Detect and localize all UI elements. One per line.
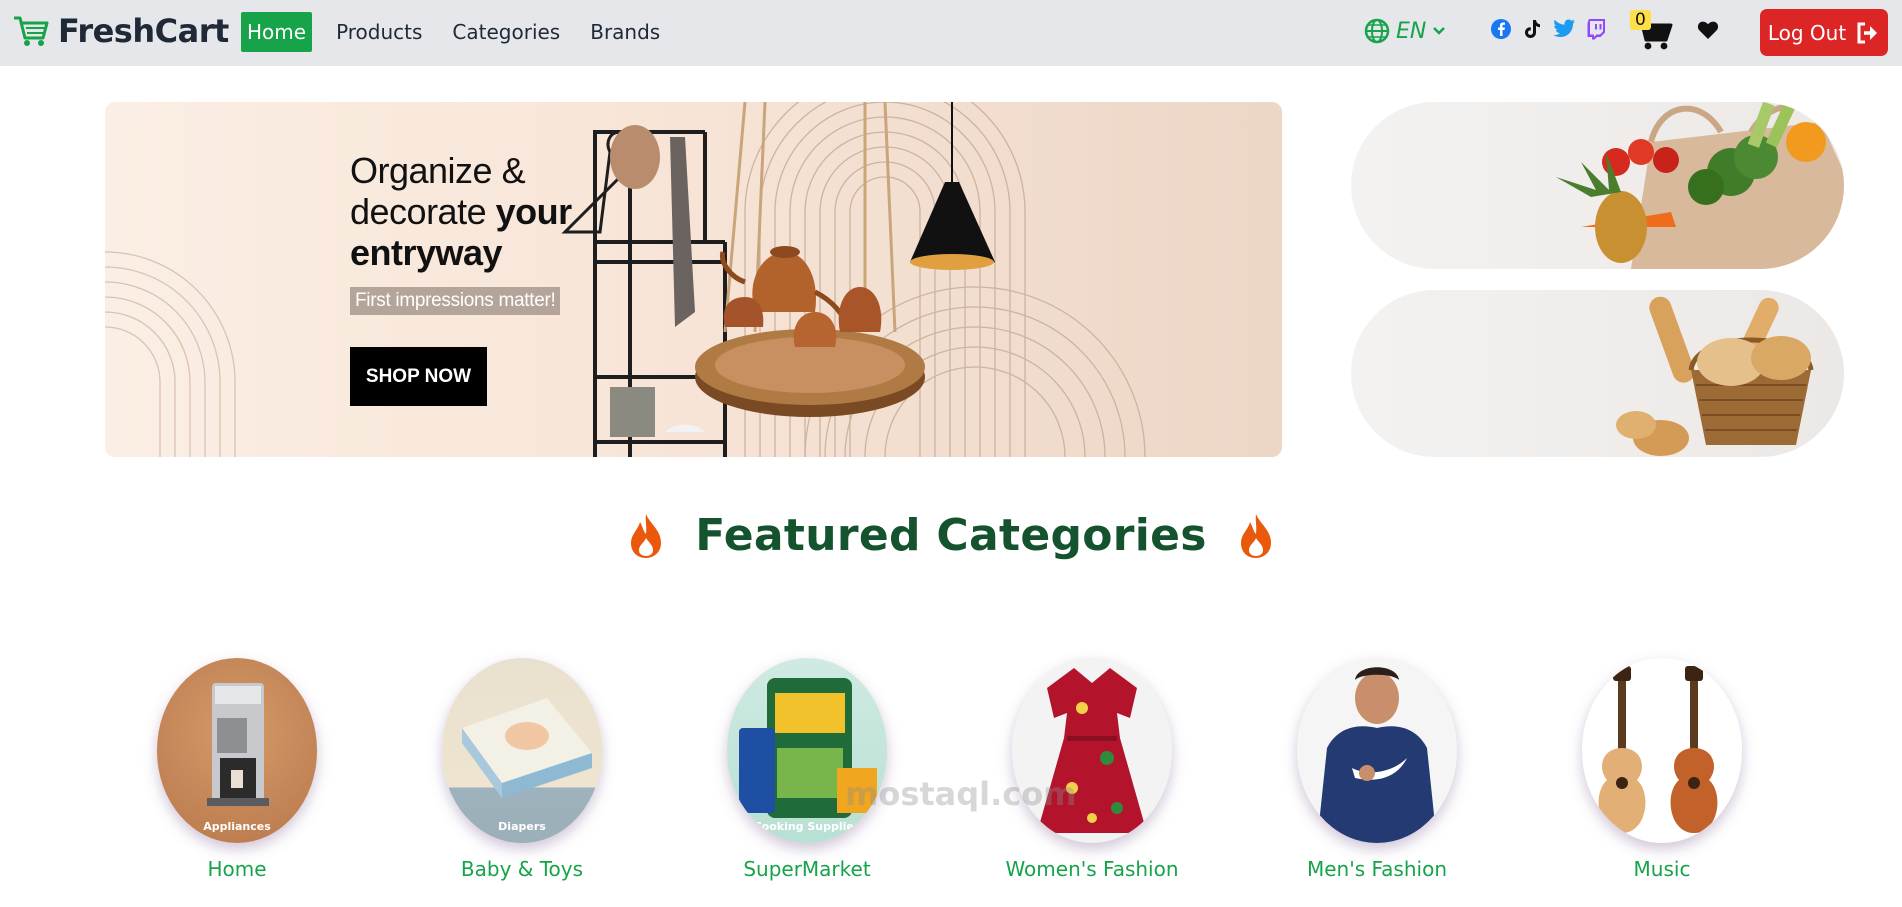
hero-title-line3: entryway <box>350 232 503 273</box>
shop-now-button[interactable]: SHOP NOW <box>350 347 487 406</box>
top-navbar: FreshCart Home Products Categories Brand… <box>0 0 1902 66</box>
grocery-bag-image <box>1556 102 1844 269</box>
category-card-music[interactable]: Music <box>1579 658 1745 881</box>
language-selector[interactable]: EN <box>1364 18 1446 44</box>
featured-categories-heading: Featured Categories <box>0 510 1902 561</box>
hero-title-line1: Organize & <box>350 150 526 191</box>
wishlist-button[interactable] <box>1697 20 1719 44</box>
cart-count-badge: 0 <box>1630 10 1651 30</box>
brand-name: FreshCart <box>58 12 229 50</box>
logout-label: Log Out <box>1767 20 1847 45</box>
category-image-baby-toys[interactable]: Diapers <box>442 658 602 843</box>
coffee-machine-image <box>207 683 269 806</box>
category-card-womens-fashion[interactable]: Women's Fashion <box>1005 658 1179 881</box>
guitars-image <box>1598 666 1718 833</box>
grocery-banner[interactable] <box>1351 102 1844 269</box>
hero-slider-banner[interactable]: Organize & decorate your entryway First … <box>105 102 1282 457</box>
nav-home[interactable]: Home <box>241 12 313 52</box>
category-name[interactable]: Women's Fashion <box>969 857 1215 881</box>
hero-decor-arcs <box>105 102 1146 457</box>
category-name[interactable]: Home <box>114 857 360 881</box>
groceries-image <box>739 678 877 818</box>
bakery-banner[interactable] <box>1351 290 1844 457</box>
category-card-baby-toys[interactable]: Diapers Baby & Toys <box>439 658 605 881</box>
category-image-home[interactable]: Appliances <box>157 658 317 843</box>
category-card-supermarket[interactable]: Cooking Supplies SuperMarket <box>724 658 890 881</box>
language-label: EN <box>1396 18 1427 44</box>
category-name[interactable]: SuperMarket <box>684 857 930 881</box>
watermark-text: mostaql.com <box>845 775 1077 813</box>
facebook-icon[interactable] <box>1490 18 1512 40</box>
nav-products[interactable]: Products <box>330 12 428 52</box>
category-card-mens-fashion[interactable]: Men's Fashion <box>1294 658 1460 881</box>
hero-title-line2-bold: your <box>495 191 573 232</box>
diapers-pack-image <box>452 698 592 843</box>
category-name[interactable]: Men's Fashion <box>1254 857 1500 881</box>
brand-logo[interactable]: FreshCart <box>12 12 229 50</box>
category-caption: Cooking Supplies <box>753 820 861 833</box>
category-caption: Appliances <box>203 820 271 833</box>
fire-icon <box>1240 513 1271 558</box>
hero-tagline: First impressions matter! <box>350 287 561 315</box>
featured-title: Featured Categories <box>695 510 1207 561</box>
twitter-icon[interactable] <box>1552 19 1576 39</box>
main-nav: Home Products Categories Brands <box>241 12 684 52</box>
cart-logo-icon <box>14 16 49 46</box>
social-links <box>1490 18 1606 40</box>
twitch-icon[interactable] <box>1586 18 1606 40</box>
category-name[interactable]: Music <box>1539 857 1785 881</box>
category-name[interactable]: Baby & Toys <box>399 857 645 881</box>
category-image-music[interactable] <box>1582 658 1742 843</box>
category-image-mens-fashion[interactable] <box>1297 658 1457 843</box>
globe-icon <box>1364 18 1390 44</box>
category-card-home[interactable]: Appliances Home <box>154 658 320 881</box>
category-image-supermarket[interactable]: Cooking Supplies <box>727 658 887 843</box>
fire-icon <box>631 513 662 558</box>
hero-headline: Organize & decorate your entryway <box>350 150 572 273</box>
tiktok-icon[interactable] <box>1522 18 1542 40</box>
hero-title-line2-plain: decorate <box>350 191 496 232</box>
chevron-down-icon <box>1433 27 1446 35</box>
logout-button[interactable]: Log Out <box>1760 9 1888 56</box>
nav-categories[interactable]: Categories <box>446 12 566 52</box>
category-caption: Diapers <box>498 820 546 833</box>
category-image-womens-fashion[interactable] <box>1012 658 1172 843</box>
nav-brands[interactable]: Brands <box>584 12 666 52</box>
bread-basket-image <box>1616 296 1814 456</box>
dress-image <box>1037 668 1147 833</box>
sign-out-icon <box>1857 22 1878 43</box>
hoodie-model-image <box>1317 667 1437 843</box>
heart-icon <box>1697 21 1719 39</box>
